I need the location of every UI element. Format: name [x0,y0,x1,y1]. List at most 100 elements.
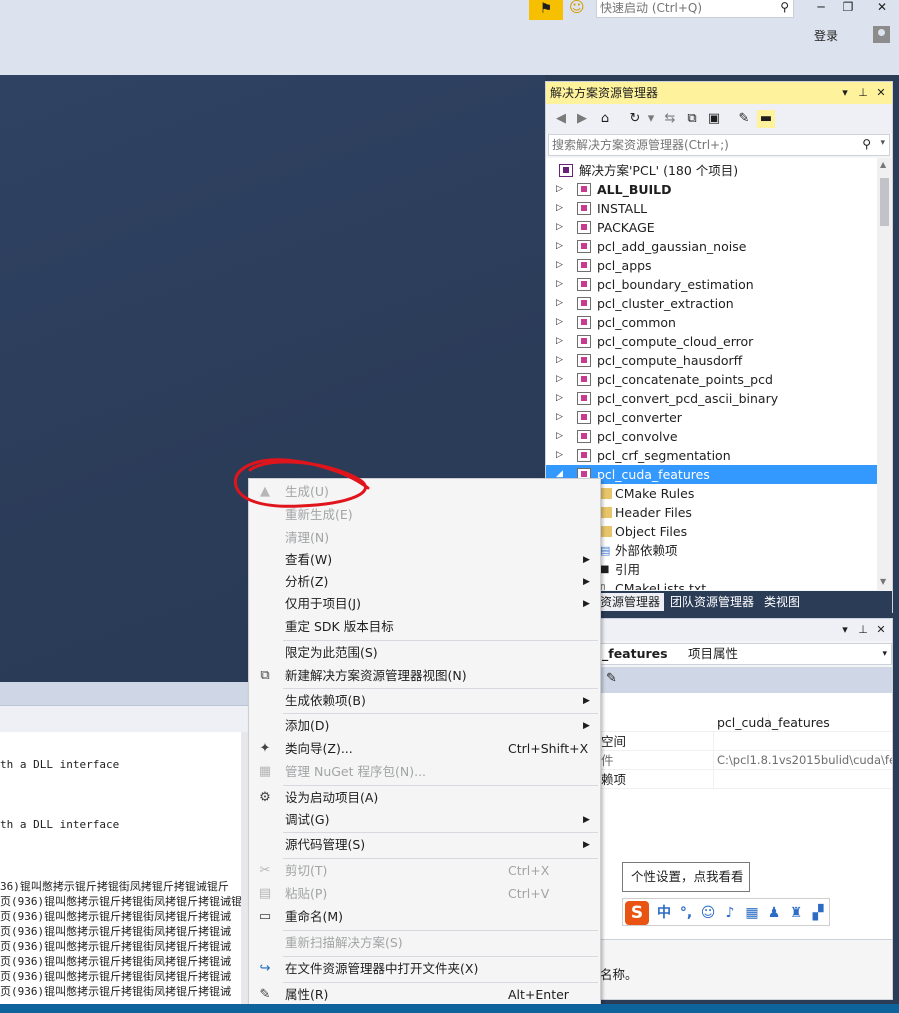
expand-icon[interactable]: ▷ [556,370,563,389]
tree-item[interactable]: ▷ pcl_concatenate_points_pcd [546,370,877,389]
wrench-icon[interactable]: ✎ [606,671,617,686]
menu-item-manage-nuget[interactable]: ▦ 管理 NuGet 程序包(N)... [249,761,600,783]
tree-item[interactable]: ▷ pcl_boundary_estimation [546,275,877,294]
menu-item-paste[interactable]: ▤ 粘贴(P) Ctrl+V [249,883,600,905]
expand-icon[interactable]: ▷ [556,237,563,256]
expand-icon[interactable]: ▷ [556,332,563,351]
chevron-down-icon[interactable]: ▾ [880,138,885,148]
menu-item-scope-to-this[interactable]: 限定为此范围(S) [249,642,600,664]
tree-item[interactable]: ▷ pcl_add_gaussian_noise [546,237,877,256]
chevron-down-icon[interactable]: ▾ [642,110,660,128]
tree-item[interactable]: ▷ INSTALL [546,199,877,218]
menu-item-rename[interactable]: ▭ 重命名(M) [249,906,600,928]
keyboard-icon[interactable]: ▦ [743,903,761,923]
expand-icon[interactable]: ▷ [556,180,563,199]
back-icon[interactable]: ◀ [552,110,570,128]
tree-item[interactable]: ▷ pcl_convert_pcd_ascii_binary [546,389,877,408]
menu-item-rescan-solution[interactable]: 重新扫描解决方案(S) [249,932,600,954]
ime-mode-toggle[interactable]: 中 [655,903,673,923]
tree-item[interactable]: ▷ ALL_BUILD [546,180,877,199]
menu-item-properties[interactable]: ✎ 属性(R) Alt+Enter [249,984,600,1006]
expand-icon[interactable]: ▷ [556,389,563,408]
solution-search[interactable]: ⚲ ▾ [548,134,890,156]
dropdown-icon[interactable]: ▾ [836,623,854,636]
tab-team-explorer[interactable]: 团队资源管理器 [666,593,758,611]
menu-item-add[interactable]: 添加(D) ▶ [249,715,600,737]
tree-item[interactable]: ▷ pcl_cluster_extraction [546,294,877,313]
tree-item[interactable]: ▷ PACKAGE [546,218,877,237]
tab-solution-explorer[interactable]: 资源管理器 [596,593,665,611]
search-icon[interactable]: ⚲ [780,0,789,14]
scroll-down-icon[interactable]: ▼ [880,577,886,586]
tree-item[interactable]: ▷ pcl_convolve [546,427,877,446]
menu-item-open-in-explorer[interactable]: ↪ 在文件资源管理器中打开文件夹(X) [249,958,600,980]
tree-item[interactable]: ▷ pcl_converter [546,408,877,427]
expand-icon[interactable]: ▷ [556,313,563,332]
flag-icon[interactable]: ⚑ [529,0,563,20]
chevron-down-icon[interactable]: ▾ [882,644,887,664]
solution-search-input[interactable] [552,137,852,153]
tree-item[interactable]: ▷ pcl_apps [546,256,877,275]
close-icon[interactable]: ✕ [872,0,892,16]
menu-item-clean[interactable]: 清理(N) [249,527,600,549]
restore-icon[interactable]: ❐ [838,0,858,16]
search-icon[interactable]: ⚲ [862,137,871,151]
close-icon[interactable]: ✕ [872,623,890,636]
menu-item-debug[interactable]: 调试(G) ▶ [249,809,600,831]
smiley-icon[interactable]: ☺ [569,0,587,18]
quick-launch-input[interactable] [600,0,770,16]
output-text[interactable]: th a DLL interface th a DLL interface 36… [0,732,243,1004]
expand-icon[interactable]: ▷ [556,256,563,275]
menu-item-analyze[interactable]: 分析(Z) ▶ [249,571,600,593]
expand-icon[interactable]: ▷ [556,427,563,446]
collapse-icon[interactable]: ⧉ [683,110,701,128]
preview-icon[interactable]: ▬ [757,110,775,128]
expand-icon[interactable]: ▷ [556,446,563,465]
minimize-icon[interactable]: ─ [811,0,831,16]
tree-scrollbar[interactable]: ▲ ▼ [877,158,892,590]
user-icon[interactable]: ♟ [765,903,783,923]
tab-class-view[interactable]: 类视图 [760,593,804,611]
pin-icon[interactable]: ⊥ [854,623,872,636]
dropdown-icon[interactable]: ▾ [836,82,854,104]
menu-item-view[interactable]: 查看(W) ▶ [249,549,600,571]
scroll-thumb[interactable] [880,178,889,226]
expand-icon[interactable]: ▷ [556,408,563,427]
emoji-icon[interactable]: ☺ [699,903,717,923]
expand-icon[interactable]: ▷ [556,218,563,237]
menu-item-build[interactable]: ▲ 生成(U) [249,481,600,503]
wrench-icon[interactable]: ✎ [735,110,753,128]
tree-item[interactable]: ▷ pcl_crf_segmentation [546,446,877,465]
tree-solution-node[interactable]: 解决方案'PCL' (180 个项目) [546,161,877,180]
grid-icon[interactable]: ▞ [809,903,827,923]
show-all-files-icon[interactable]: ▣ [705,110,723,128]
expand-icon[interactable]: ▷ [556,294,563,313]
punctuation-icon[interactable]: °, [677,903,695,923]
close-icon[interactable]: ✕ [872,82,890,104]
login-link[interactable]: 登录 [814,27,838,44]
mic-icon[interactable]: ♪ [721,903,739,923]
pin-icon[interactable]: ⊥ [854,82,872,104]
avatar[interactable] [873,26,890,43]
menu-item-cut[interactable]: ✂ 剪切(T) Ctrl+X [249,860,600,882]
expand-icon[interactable]: ▷ [556,351,563,370]
tree-item[interactable]: ▷ pcl_common [546,313,877,332]
tree-item[interactable]: ▷ pcl_compute_hausdorff [546,351,877,370]
quick-launch[interactable]: ⚲ [596,0,794,18]
menu-item-source-control[interactable]: 源代码管理(S) ▶ [249,834,600,856]
menu-item-build-dependencies[interactable]: 生成依赖项(B) ▶ [249,690,600,712]
menu-item-retarget-sdk[interactable]: 重定 SDK 版本目标 [249,616,600,638]
sync-icon[interactable]: ⇆ [661,110,679,128]
menu-item-set-startup[interactable]: ⚙ 设为启动项目(A) [249,787,600,809]
ime-logo[interactable]: S [625,901,649,925]
menu-item-class-wizard[interactable]: ✦ 类向导(Z)... Ctrl+Shift+X [249,738,600,760]
expand-icon[interactable]: ▷ [556,275,563,294]
menu-item-new-explorer-view[interactable]: ⧉ 新建解决方案资源管理器视图(N) [249,665,600,687]
home-icon[interactable]: ⌂ [596,110,614,128]
tree-item[interactable]: ▷ pcl_compute_cloud_error [546,332,877,351]
menu-item-rebuild[interactable]: 重新生成(E) [249,504,600,526]
expand-icon[interactable]: ▷ [556,199,563,218]
menu-item-project-only[interactable]: 仅用于项目(J) ▶ [249,593,600,615]
scroll-up-icon[interactable]: ▲ [880,160,886,169]
forward-icon[interactable]: ▶ [573,110,591,128]
